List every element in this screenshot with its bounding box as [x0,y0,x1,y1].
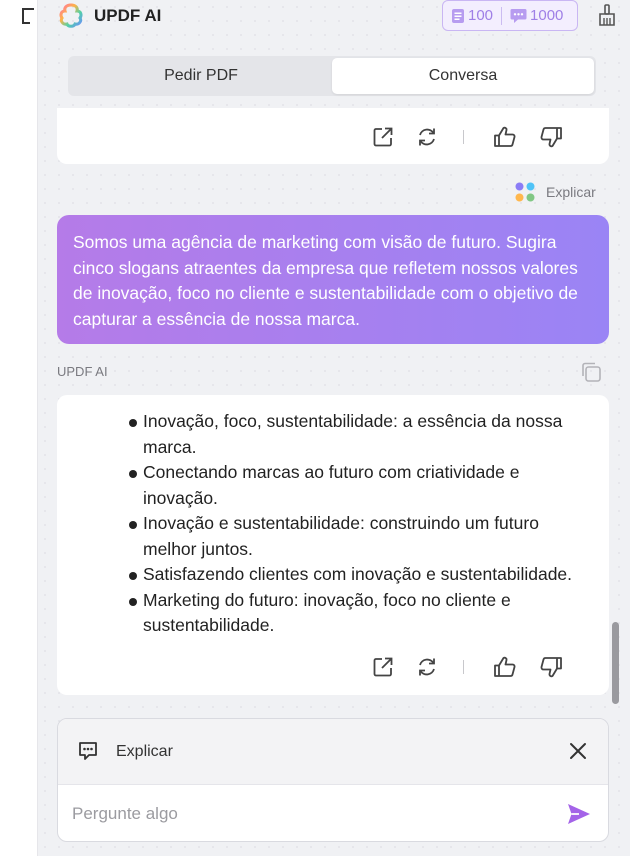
dislike-button[interactable] [537,653,565,681]
dislike-button[interactable] [537,123,565,151]
ask-input[interactable] [72,797,542,831]
header: UPDF AI 100 1000 [38,0,630,32]
document-icon [452,8,464,23]
broom-icon[interactable] [596,4,618,28]
share-button[interactable] [369,653,397,681]
mode-tabs: Pedir PDF Conversa [68,56,596,96]
copy-icon[interactable] [580,361,602,383]
chat-credits-value: 1000 [530,7,564,24]
slogan-list: Inovação, foco, sustentabilidade: a essê… [129,409,589,639]
thumbs-down-icon [540,127,562,148]
explain-tag-label: Explicar [546,184,596,200]
tab-pedir-pdf[interactable]: Pedir PDF [70,58,332,94]
chat-bubble-icon [510,8,527,23]
explain-chat-icon [79,742,97,760]
composer: Explicar [57,718,609,842]
previous-answer-card [57,108,609,164]
ai-panel: UPDF AI 100 1000 Pedir PDF Conversa Expl… [38,0,630,856]
actions-divider [463,660,464,674]
close-icon[interactable] [566,739,590,763]
left-strip [0,0,38,856]
list-item: Conectando marcas ao futuro com criativi… [129,460,589,511]
pdf-credits-value: 100 [468,7,494,24]
share-icon [373,657,393,677]
user-message-bubble: Somos uma agência de marketing com visão… [57,215,609,344]
partial-icon[interactable] [20,7,38,25]
list-item: Inovação, foco, sustentabilidade: a essê… [129,409,589,460]
regenerate-button[interactable] [413,123,441,151]
logo-icon [59,3,83,28]
actions-divider [463,130,464,144]
quoted-action-label: Explicar [116,743,173,760]
list-item: Satisfazendo clientes com inovação e sus… [129,562,589,588]
regenerate-button[interactable] [413,653,441,681]
like-button[interactable] [491,653,519,681]
explain-tag: Explicar [514,181,596,203]
regenerate-icon [419,658,435,676]
share-button[interactable] [369,123,397,151]
regenerate-icon [419,128,435,146]
ai-answer-card: Inovação, foco, sustentabilidade: a essê… [57,395,609,695]
app-title: UPDF AI [94,6,162,25]
send-icon[interactable] [566,801,592,827]
thumbs-down-icon [540,657,562,678]
chat-credits: 1000 [502,7,563,24]
list-item: Inovação e sustentabilidade: construindo… [129,511,589,562]
credits-badge[interactable]: 100 1000 [442,0,578,31]
scrollbar-thumb[interactable] [612,622,619,704]
like-button[interactable] [491,123,519,151]
thumbs-up-icon [494,656,516,677]
quoted-action-row: Explicar [58,719,608,785]
answer-actions [369,123,609,153]
share-icon [373,127,393,147]
thumbs-up-icon [494,126,516,147]
explain-dots-icon [515,182,535,202]
pdf-credits: 100 [443,7,493,24]
tab-conversa[interactable]: Conversa [332,58,594,94]
answer-actions [369,653,609,683]
ai-sender-label: UPDF AI [57,364,108,379]
list-item: Marketing do futuro: inovação, foco no c… [129,588,589,639]
